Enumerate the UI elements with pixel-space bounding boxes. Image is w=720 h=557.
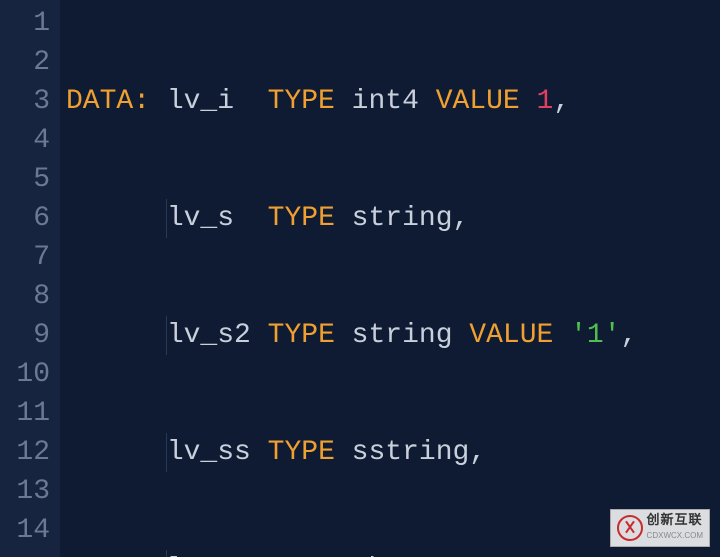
code-line[interactable]: lv_s3 TYPE char18.	[66, 550, 637, 557]
line-number: 14	[6, 511, 50, 550]
line-number: 7	[6, 238, 50, 277]
code-line[interactable]: lv_s2 TYPE string VALUE '1',	[66, 316, 637, 355]
line-number: 10	[6, 355, 50, 394]
watermark: 创新互联 CDXWCX.COM	[610, 509, 710, 547]
line-number: 5	[6, 160, 50, 199]
code-line[interactable]: lv_ss TYPE sstring,	[66, 433, 637, 472]
keyword-type: TYPE	[268, 320, 335, 351]
code-editor[interactable]: 1 2 3 4 5 6 7 8 9 10 11 12 13 14 DATA: l…	[0, 0, 720, 557]
keyword-data: DATA:	[66, 86, 150, 117]
number-literal: 1	[537, 86, 554, 117]
line-number: 4	[6, 121, 50, 160]
keyword-type: TYPE	[268, 437, 335, 468]
code-area[interactable]: DATA: lv_i TYPE int4 VALUE 1, lv_s TYPE …	[60, 0, 637, 557]
keyword-value: VALUE	[469, 320, 553, 351]
keyword-value: VALUE	[436, 86, 520, 117]
watermark-subtext: CDXWCX.COM	[647, 528, 703, 544]
code-line[interactable]: DATA: lv_i TYPE int4 VALUE 1,	[66, 82, 637, 121]
watermark-text: 创新互联	[647, 512, 703, 528]
keyword-type: TYPE	[268, 203, 335, 234]
watermark-logo-icon	[617, 515, 643, 541]
line-number: 8	[6, 277, 50, 316]
line-number: 9	[6, 316, 50, 355]
line-number: 1	[6, 4, 50, 43]
line-number: 6	[6, 199, 50, 238]
line-number: 12	[6, 433, 50, 472]
line-number: 3	[6, 82, 50, 121]
line-number: 2	[6, 43, 50, 82]
line-number: 13	[6, 472, 50, 511]
keyword-type: TYPE	[268, 86, 335, 117]
code-line[interactable]: lv_s TYPE string,	[66, 199, 637, 238]
line-number: 11	[6, 394, 50, 433]
line-number-gutter: 1 2 3 4 5 6 7 8 9 10 11 12 13 14	[0, 0, 60, 557]
string-literal: '1'	[570, 320, 620, 351]
